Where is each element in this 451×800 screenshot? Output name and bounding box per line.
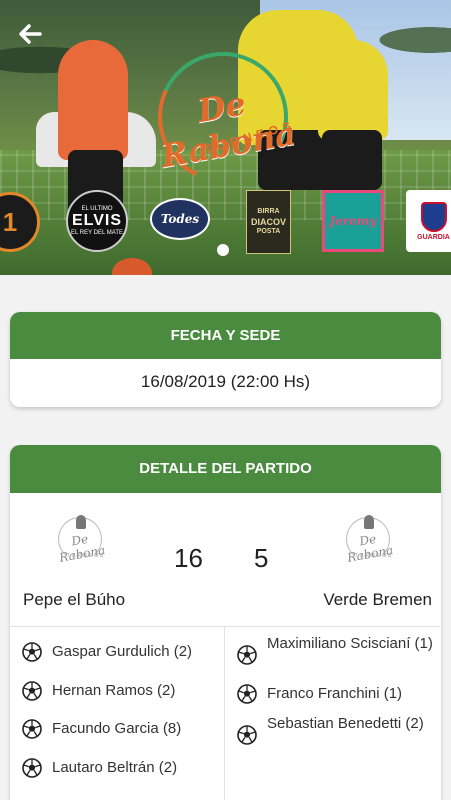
list-item: Sebastian Benedetti (2) bbox=[225, 713, 440, 757]
hero-banner: De Rabona TORNEOS 1 EL ULTIMO ELVIS EL R… bbox=[0, 0, 451, 275]
away-team-logo: De Rabona TORNEOS bbox=[340, 515, 398, 573]
home-score: 16 bbox=[174, 543, 203, 573]
soccer-ball-icon bbox=[237, 645, 257, 665]
sponsor-logo-elvis: EL ULTIMO ELVIS EL REY DEL MATE bbox=[66, 190, 128, 252]
soccer-ball-icon bbox=[237, 725, 257, 745]
detalle-partido-card: DETALLE DEL PARTIDO De Rabona TORNEOS 16… bbox=[10, 445, 441, 800]
list-item: Maximiliano Sciscianí (1) bbox=[225, 633, 440, 677]
scorers-section: Gaspar Gurdulich (2) Hernan Ramos (2) Fa… bbox=[10, 627, 441, 800]
sponsor-logo-diacov: BIRRA DIACOV POSTA bbox=[246, 190, 291, 254]
scorer-name: Sebastian Benedetti (2) bbox=[267, 715, 424, 732]
home-team-logo: De Rabona TORNEOS bbox=[52, 515, 110, 573]
away-score: 5 bbox=[254, 543, 269, 573]
soccer-ball-icon bbox=[22, 642, 42, 663]
player-silhouette-icon bbox=[76, 515, 86, 529]
sponsor-logo-todes: Todes bbox=[150, 198, 210, 240]
home-scorers-list: Gaspar Gurdulich (2) Hernan Ramos (2) Fa… bbox=[10, 627, 225, 800]
fecha-sede-card: FECHA Y SEDE 16/08/2019 (22:00 Hs) bbox=[10, 312, 441, 407]
shield-icon bbox=[420, 201, 447, 232]
de-rabona-logo: De Rabona TORNEOS bbox=[139, 33, 310, 201]
player-silhouette-icon bbox=[364, 515, 374, 529]
ball-wrap bbox=[237, 633, 267, 677]
list-item: Franco Franchini (1) bbox=[225, 683, 440, 705]
scorer-name: Maximiliano Sciscianí (1) bbox=[267, 635, 433, 652]
away-scorers-list: Maximiliano Sciscianí (1) Franco Franchi… bbox=[225, 627, 440, 800]
soccer-ball-icon bbox=[22, 680, 42, 701]
fecha-sede-header: FECHA Y SEDE bbox=[10, 312, 441, 359]
ball-wrap bbox=[237, 683, 267, 705]
arrow-left-icon bbox=[19, 24, 42, 44]
back-button[interactable] bbox=[16, 20, 46, 50]
home-team-name[interactable]: Pepe el Búho bbox=[23, 590, 125, 610]
scorer-name: Hernan Ramos (2) bbox=[52, 681, 176, 699]
list-item: Facundo Garcia (8) bbox=[10, 710, 224, 749]
ball-wrap bbox=[237, 713, 267, 757]
player-yellow-2-shorts bbox=[322, 130, 382, 190]
soccer-ball-icon bbox=[22, 719, 42, 740]
sponsor-logo-guardia: GUARDIA bbox=[406, 190, 451, 252]
sponsor-logo-jeremy: Jeremy bbox=[322, 190, 384, 252]
scorer-name: Lautaro Beltrán (2) bbox=[52, 758, 178, 776]
list-item: Gaspar Gurdulich (2) bbox=[10, 633, 224, 672]
player-orange bbox=[58, 40, 128, 160]
away-logo-sub: TORNEOS bbox=[354, 553, 394, 559]
detalle-partido-header: DETALLE DEL PARTIDO bbox=[10, 445, 441, 493]
soccer-ball-icon bbox=[237, 684, 257, 704]
carousel-dot-active[interactable] bbox=[217, 244, 229, 256]
carousel-dots[interactable] bbox=[217, 244, 229, 256]
away-team-name[interactable]: Verde Bremen bbox=[323, 590, 432, 610]
list-item: Hernan Ramos (2) bbox=[10, 672, 224, 711]
soccer-ball-icon bbox=[22, 757, 42, 778]
scorer-name: Facundo Garcia (8) bbox=[52, 720, 182, 738]
scorer-name: Gaspar Gurdulich (2) bbox=[52, 643, 193, 661]
list-item: Lautaro Beltrán (2) bbox=[10, 749, 224, 788]
match-datetime: 16/08/2019 (22:00 Hs) bbox=[140, 372, 311, 391]
sponsor-logo-1: 1 bbox=[0, 192, 40, 252]
match-summary: De Rabona TORNEOS 16 5 De Rabona TORNEOS… bbox=[10, 493, 441, 627]
home-logo-sub: TORNEOS bbox=[66, 553, 106, 559]
scorer-name: Franco Franchini (1) bbox=[267, 685, 403, 702]
player-yellow-2 bbox=[318, 40, 388, 140]
